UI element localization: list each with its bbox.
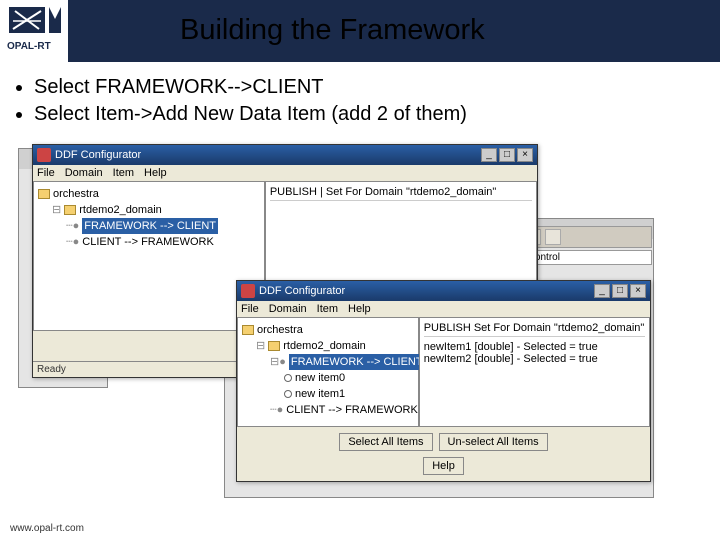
- button-row: Select All Items Un-select All Items: [237, 427, 650, 457]
- button-row: Help: [237, 457, 650, 481]
- window-title: DDF Configurator: [259, 285, 345, 297]
- folder-icon: [38, 189, 50, 199]
- menu-bar: File Domain Item Help: [33, 165, 537, 181]
- app-icon: [37, 148, 51, 162]
- tree-root[interactable]: orchestra: [53, 186, 99, 202]
- leaf-icon: [284, 374, 292, 382]
- tree-leaf[interactable]: new item0: [295, 370, 345, 386]
- title-bar[interactable]: DDF Configurator _ □ ×: [33, 145, 537, 165]
- minimize-button[interactable]: _: [481, 148, 497, 162]
- menu-bar: File Domain Item Help: [237, 301, 650, 317]
- menu-help[interactable]: Help: [144, 167, 167, 179]
- app-icon: [241, 284, 255, 298]
- right-pane: PUBLISH Set For Domain "rtdemo2_domain" …: [419, 317, 650, 427]
- menu-file[interactable]: File: [241, 303, 259, 315]
- close-button[interactable]: ×: [630, 284, 646, 298]
- logo: OPAL-RT: [0, 0, 68, 62]
- tree-item-selected[interactable]: FRAMEWORK --> CLIENT: [82, 218, 218, 234]
- help-button[interactable]: Help: [423, 457, 464, 475]
- bullet-item: Select Item->Add New Data Item (add 2 of…: [34, 103, 720, 126]
- folder-icon: [242, 325, 254, 335]
- tree-domain[interactable]: rtdemo2_domain: [283, 338, 366, 354]
- window-title: DDF Configurator: [55, 149, 141, 161]
- list-item[interactable]: newItem2 [double] - Selected = true: [424, 353, 645, 365]
- close-button[interactable]: ×: [517, 148, 533, 162]
- window-ddf-configurator-2: DDF Configurator _ □ × File Domain Item …: [236, 280, 651, 482]
- maximize-button[interactable]: □: [612, 284, 628, 298]
- maximize-button[interactable]: □: [499, 148, 515, 162]
- tree-domain[interactable]: rtdemo2_domain: [79, 202, 162, 218]
- svg-text:OPAL-RT: OPAL-RT: [7, 41, 51, 52]
- select-all-button[interactable]: Select All Items: [339, 433, 432, 451]
- tree-item[interactable]: CLIENT --> FRAMEWORK: [82, 234, 214, 250]
- menu-domain[interactable]: Domain: [269, 303, 307, 315]
- unselect-all-button[interactable]: Un-select All Items: [439, 433, 548, 451]
- folder-icon: [64, 205, 76, 215]
- pane-header: PUBLISH | Set For Domain "rtdemo2_domain…: [270, 186, 532, 201]
- tree-root[interactable]: orchestra: [257, 322, 303, 338]
- menu-help[interactable]: Help: [348, 303, 371, 315]
- title-underline: [180, 52, 550, 55]
- bullet-item: Select FRAMEWORK-->CLIENT: [34, 76, 720, 99]
- title-bar[interactable]: DDF Configurator _ □ ×: [237, 281, 650, 301]
- list-item[interactable]: newItem1 [double] - Selected = true: [424, 341, 645, 353]
- tree-item-selected[interactable]: FRAMEWORK --> CLIENT: [289, 354, 425, 370]
- menu-item[interactable]: Item: [317, 303, 338, 315]
- minimize-button[interactable]: _: [594, 284, 610, 298]
- page-title: Building the Framework: [180, 14, 485, 47]
- folder-icon: [268, 341, 280, 351]
- tree-view[interactable]: orchestra ⊟rtdemo2_domain ⊟●FRAMEWORK --…: [237, 317, 419, 427]
- leaf-icon: [284, 390, 292, 398]
- pane-header: PUBLISH Set For Domain "rtdemo2_domain": [424, 322, 645, 337]
- footer-url: www.opal-rt.com: [10, 523, 84, 534]
- bullet-list: Select FRAMEWORK-->CLIENT Select Item->A…: [34, 76, 720, 126]
- toolbar-button-icon[interactable]: [545, 229, 561, 245]
- menu-item[interactable]: Item: [113, 167, 134, 179]
- slide-header: OPAL-RT Building the Framework: [0, 0, 720, 62]
- tree-leaf[interactable]: new item1: [295, 386, 345, 402]
- tree-item[interactable]: CLIENT --> FRAMEWORK: [286, 402, 418, 418]
- opal-rt-logo-icon: OPAL-RT: [3, 3, 65, 59]
- tree-view[interactable]: orchestra ⊟rtdemo2_domain ┄●FRAMEWORK --…: [33, 181, 265, 331]
- menu-domain[interactable]: Domain: [65, 167, 103, 179]
- menu-file[interactable]: File: [37, 167, 55, 179]
